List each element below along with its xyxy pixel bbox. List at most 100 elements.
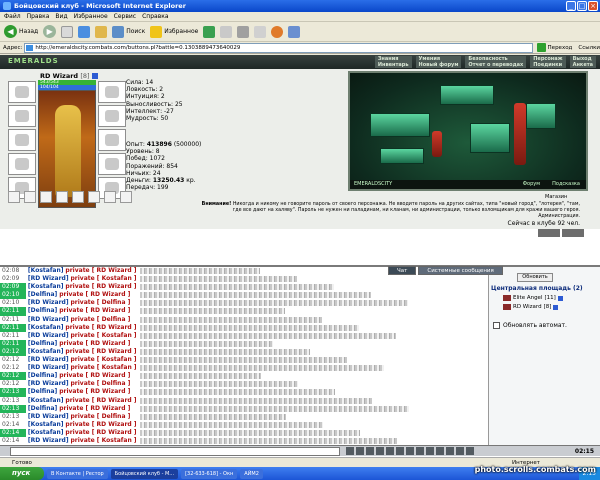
quick-slot[interactable] <box>56 191 68 203</box>
favorites-button[interactable]: Избранное <box>150 25 198 38</box>
close-button[interactable]: × <box>588 1 598 11</box>
settings-icon[interactable] <box>446 447 454 455</box>
chat-message[interactable]: 02:11 [Kostafan] private [ RD Wizard ] <box>0 323 488 332</box>
chat-message[interactable]: 02:12 [RD Wizard] private [ Kostafan ] <box>0 356 488 364</box>
info-icon[interactable] <box>91 73 98 79</box>
quick-slot[interactable] <box>24 191 36 203</box>
chat-user[interactable]: [RD Wizard] <box>28 316 69 323</box>
counter-badge[interactable] <box>538 229 560 237</box>
player-entry[interactable]: Elite Angel [11] <box>503 295 563 301</box>
mail-icon[interactable] <box>220 25 233 38</box>
chat-log[interactable]: 02:08 [Kostafan] private [ RD Wizard ] 02… <box>0 265 488 445</box>
chat-user[interactable]: [RD Wizard] <box>28 364 69 371</box>
gloves-slot[interactable] <box>98 129 126 151</box>
chat-private-target[interactable]: private [ RD Wizard ] <box>59 291 130 298</box>
chat-private-target[interactable]: private [ RD Wizard ] <box>59 307 130 314</box>
menu-view[interactable]: Вид <box>55 12 67 21</box>
chat-private-target[interactable]: private [ RD Wizard ] <box>65 421 136 428</box>
nav-link[interactable]: Отчет о переводах <box>465 62 527 68</box>
chat-private-target[interactable]: private [ RD Wizard ] <box>65 324 136 331</box>
chat-user[interactable]: [RD Wizard] <box>28 275 69 282</box>
menu-file[interactable]: Файл <box>4 12 21 21</box>
chat-private-target[interactable]: private [ RD Wizard ] <box>65 348 136 355</box>
chat-private-target[interactable]: private [ Delfina ] <box>71 316 131 323</box>
chat-user[interactable]: [Kostafan] <box>28 429 64 436</box>
chat-private-target[interactable]: private [ Delfina ] <box>71 380 131 387</box>
quick-slot[interactable] <box>40 191 52 203</box>
helmet-slot[interactable] <box>8 81 36 103</box>
stop-icon[interactable] <box>61 25 74 38</box>
start-button[interactable]: пуск <box>0 467 44 480</box>
chat-user[interactable]: [Kostafan] <box>28 267 64 274</box>
chat-private-target[interactable]: private [ RD Wizard ] <box>65 397 136 404</box>
chat-message[interactable]: 02:11 [Delfina] private [ RD Wizard ] <box>0 339 488 348</box>
minimize-button[interactable]: _ <box>566 1 576 11</box>
scroll-icon[interactable] <box>436 447 444 455</box>
taskbar-item[interactable]: В Контакте | Рестор <box>47 468 108 479</box>
necklace-slot[interactable] <box>8 105 36 127</box>
mail-icon[interactable] <box>456 447 464 455</box>
taskbar-item[interactable]: АЙМ2 <box>240 468 263 479</box>
hand-icon[interactable] <box>406 447 414 455</box>
menu-favorites[interactable]: Избранное <box>74 12 108 21</box>
edit-icon[interactable] <box>254 25 267 38</box>
extra-icon[interactable] <box>288 25 301 38</box>
chat-message[interactable]: 02:13 [RD Wizard] private [ Delfina ] <box>0 413 488 421</box>
building[interactable] <box>470 123 510 153</box>
ring-slot[interactable] <box>98 105 126 127</box>
quick-slot[interactable] <box>120 191 132 203</box>
chat-message[interactable]: 02:12 [RD Wizard] private [ Kostafan ] <box>0 364 488 372</box>
info-icon[interactable] <box>553 304 559 310</box>
building[interactable] <box>440 85 494 105</box>
quick-slot[interactable] <box>72 191 84 203</box>
send-icon[interactable] <box>346 447 354 455</box>
chat-user[interactable]: [Kostafan] <box>28 283 64 290</box>
taskbar-item[interactable]: Бойцовский клуб - М... <box>110 468 179 479</box>
tower[interactable] <box>514 103 526 165</box>
chat-message[interactable]: 02:13 [Kostafan] private [ RD Wizard ] <box>0 397 488 405</box>
chat-message[interactable]: 02:13 [Delfina] private [ RD Wizard ] <box>0 388 488 397</box>
earring-slot[interactable] <box>98 81 126 103</box>
chat-message[interactable]: 02:10 [Delfina] private [ RD Wizard ] <box>0 291 488 300</box>
chat-user[interactable]: [Kostafan] <box>28 421 64 428</box>
info-icon[interactable] <box>557 295 563 301</box>
search-button[interactable]: Поиск <box>112 25 145 38</box>
go-button[interactable]: Переход <box>536 43 572 52</box>
shop-link[interactable]: Магазин <box>545 194 567 200</box>
media-icon[interactable] <box>203 25 216 38</box>
tab-system[interactable]: Системные сообщения <box>418 266 503 275</box>
chat-user[interactable]: [RD Wizard] <box>28 380 69 387</box>
chat-private-target[interactable]: private [ Kostafan ] <box>71 332 137 339</box>
chat-user[interactable]: [RD Wizard] <box>28 356 69 363</box>
chat-private-target[interactable]: private [ RD Wizard ] <box>59 372 130 379</box>
building[interactable] <box>380 148 424 164</box>
hint-link[interactable]: Подсказка <box>552 180 580 189</box>
home-icon[interactable] <box>95 25 108 38</box>
quick-slot[interactable] <box>104 191 116 203</box>
chat-message-input[interactable] <box>10 446 340 456</box>
chat-message[interactable]: 02:14 [Kostafan] private [ RD Wizard ] <box>0 428 488 437</box>
menu-edit[interactable]: Правка <box>27 12 50 21</box>
chat-user[interactable]: [Delfina] <box>28 340 57 347</box>
chat-message[interactable]: 02:11 [Delfina] private [ RD Wizard ] <box>0 307 488 316</box>
chat-user[interactable]: [Delfina] <box>28 307 57 314</box>
chat-message[interactable]: 02:12 [Kostafan] private [ RD Wizard ] <box>0 347 488 357</box>
chat-private-target[interactable]: private [ RD Wizard ] <box>65 267 136 274</box>
filter-icon[interactable] <box>386 447 394 455</box>
chat-message[interactable]: 02:09 [RD Wizard] private [ Kostafan ] <box>0 275 488 283</box>
auto-refresh-checkbox[interactable] <box>493 322 500 329</box>
sound-icon[interactable] <box>426 447 434 455</box>
chat-message[interactable]: 02:12 [Delfina] private [ RD Wizard ] <box>0 372 488 381</box>
chat-message[interactable]: 02:13 [Delfina] private [ RD Wizard ] <box>0 404 488 413</box>
chat-private-target[interactable]: private [ RD Wizard ] <box>59 388 130 395</box>
forward-button[interactable]: ▶ <box>43 25 57 38</box>
taskbar-item[interactable]: [32-633-618] - Окн <box>181 468 238 479</box>
exit-icon[interactable] <box>466 447 474 455</box>
maximize-button[interactable]: □ <box>577 1 587 11</box>
chat-message[interactable]: 02:09 [Kostafan] private [ RD Wizard ] <box>0 283 488 292</box>
messenger-icon[interactable] <box>271 25 284 38</box>
chat-message[interactable]: 02:11 [RD Wizard] private [ Kostafan ] <box>0 332 488 340</box>
chat-private-target[interactable]: private [ RD Wizard ] <box>65 283 136 290</box>
building[interactable] <box>370 113 430 137</box>
player-entry[interactable]: RD Wizard [8] <box>503 304 559 310</box>
